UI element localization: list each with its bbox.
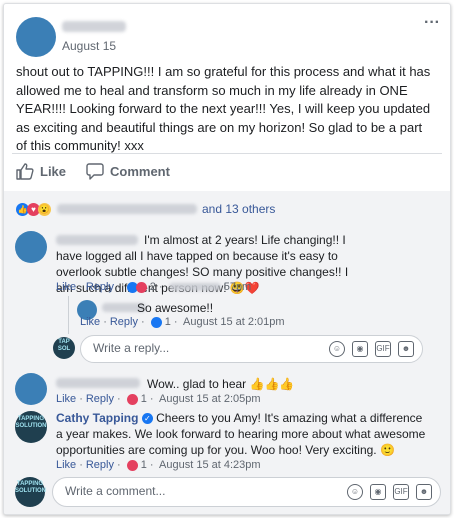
- post-text: shout out to TAPPING!!! I am so grateful…: [16, 64, 431, 153]
- reply-time[interactable]: August 15 at 2:01pm: [183, 316, 285, 328]
- camera-icon[interactable]: ◉: [352, 340, 368, 357]
- comment-reply-link[interactable]: Reply: [86, 393, 114, 405]
- like-button[interactable]: Like: [16, 163, 66, 180]
- reaction-others[interactable]: and 13 others: [202, 202, 275, 216]
- comment-like-link[interactable]: Like: [56, 281, 76, 293]
- comment-meta: Like · Reply · 2 · 57pm: [56, 281, 252, 293]
- reply-input[interactable]: Write a reply... ☺ ◉ GIF ☻: [80, 335, 423, 363]
- post-date[interactable]: August 15: [62, 38, 116, 54]
- love-reaction-icon: [126, 393, 138, 405]
- comment-input-placeholder: Write a comment...: [65, 484, 166, 498]
- comment-time[interactable]: 57pm: [224, 281, 252, 293]
- emoji-icon[interactable]: ☺: [347, 483, 363, 500]
- page-logo-avatar: TAP SOL: [53, 337, 75, 359]
- comment-author[interactable]: Cathy Tapping: [56, 411, 138, 425]
- comment-text: Wow.. glad to hear 👍👍👍: [147, 377, 295, 391]
- commenter-avatar[interactable]: [15, 231, 47, 263]
- poster-avatar[interactable]: [16, 17, 56, 57]
- sticker-icon[interactable]: ☻: [398, 340, 414, 357]
- comment-body: Cathy Tapping ✓ Cheers to you Amy! It's …: [56, 410, 426, 458]
- reaction-count[interactable]: 2: [150, 281, 156, 293]
- gif-icon[interactable]: GIF: [393, 483, 409, 500]
- reply-meta: Like · Reply · 1 · August 15 at 2:01pm: [80, 316, 285, 328]
- reply-text: So awesome!!: [137, 301, 214, 315]
- love-reaction-icon: [135, 281, 147, 293]
- wow-reaction-icon: 😮: [38, 202, 51, 216]
- comment-like-link[interactable]: Like: [56, 459, 76, 471]
- comment-time[interactable]: August 15 at 4:23pm: [159, 459, 261, 471]
- like-label: Like: [40, 164, 67, 179]
- comment-button[interactable]: Comment: [86, 163, 170, 180]
- comment-meta: Like · Reply · 1 · August 15 at 2:05pm: [56, 393, 261, 405]
- divider: [12, 153, 442, 154]
- love-reaction-icon: [126, 459, 138, 471]
- poster-name-blurred[interactable]: [62, 21, 126, 32]
- reaction-count[interactable]: 1: [141, 393, 147, 405]
- reaction-count[interactable]: 1: [141, 459, 147, 471]
- comment-input-icons: ☺ ◉ GIF ☻: [340, 483, 432, 501]
- camera-icon[interactable]: ◉: [370, 483, 386, 500]
- comment-like-link[interactable]: Like: [56, 393, 76, 405]
- comment-time[interactable]: August 15 at 2:05pm: [159, 393, 261, 405]
- page-logo-avatar[interactable]: TAPPING SOLUTION: [15, 411, 47, 443]
- page-logo-avatar: TAPPING SOLUTION: [15, 477, 46, 507]
- comment-label: Comment: [110, 164, 170, 179]
- comment-input[interactable]: Write a comment... ☺ ◉ GIF ☻: [52, 477, 441, 507]
- comment-reply-link[interactable]: Reply: [86, 281, 114, 293]
- comment-time-blurred: [168, 283, 221, 292]
- sticker-icon[interactable]: ☻: [416, 483, 432, 500]
- verified-badge-icon: ✓: [141, 413, 153, 425]
- like-reaction-icon: [150, 316, 162, 328]
- comment-meta: Like · Reply · 1 · August 15 at 4:23pm: [56, 459, 261, 471]
- reaction-summary[interactable]: 👍 ♥ 😮 and 13 others: [16, 202, 275, 216]
- reply-thread-line: [68, 296, 69, 334]
- commenter-avatar[interactable]: [15, 373, 47, 405]
- commenter-name-blurred[interactable]: [56, 378, 140, 388]
- gif-icon[interactable]: GIF: [375, 340, 391, 357]
- reply-reply-link[interactable]: Reply: [110, 316, 138, 328]
- comment-reply-link[interactable]: Reply: [86, 459, 114, 471]
- more-icon[interactable]: ···: [424, 14, 440, 32]
- reactor-names-blurred: [57, 204, 197, 214]
- emoji-icon[interactable]: ☺: [329, 340, 345, 357]
- reply-like-link[interactable]: Like: [80, 316, 100, 328]
- comment-bubble-icon: [86, 163, 104, 180]
- post-card: August 15 ··· shout out to TAPPING!!! I …: [3, 3, 451, 515]
- reply-input-placeholder: Write a reply...: [93, 341, 170, 355]
- like-thumb-icon: [16, 163, 34, 180]
- reply-input-icons: ☺ ◉ GIF ☻: [322, 340, 414, 358]
- reaction-count[interactable]: 1: [165, 316, 171, 328]
